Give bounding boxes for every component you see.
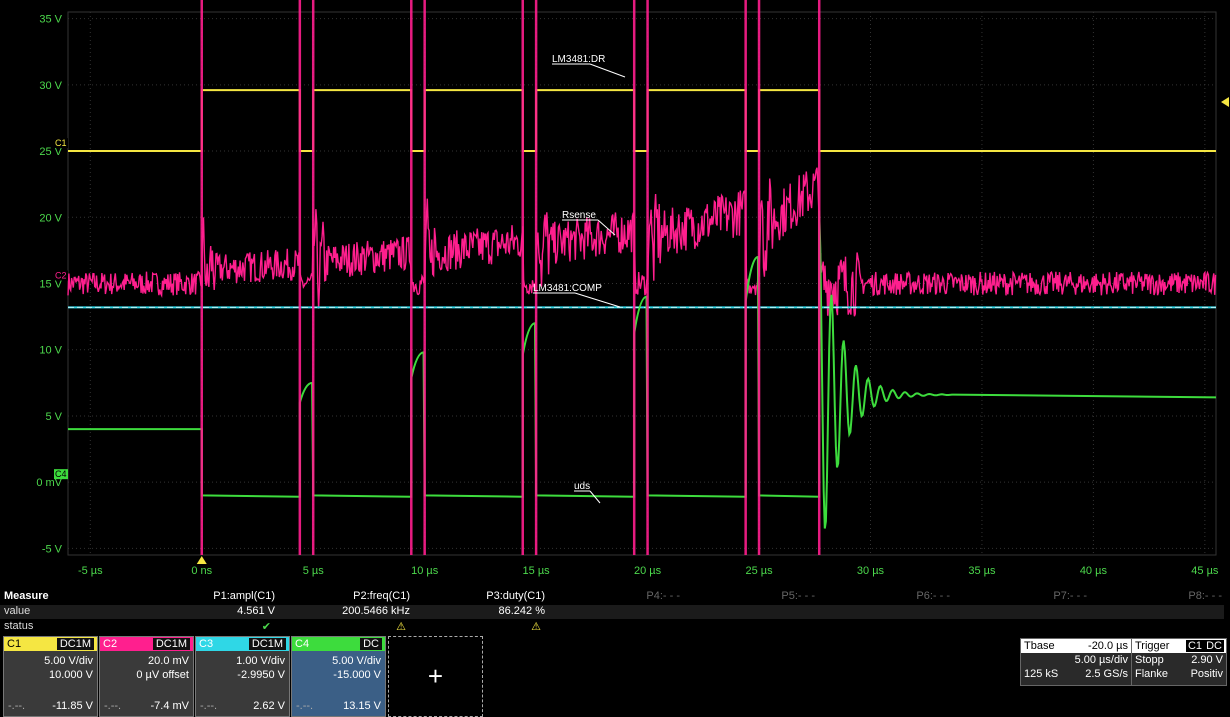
channel-name: C3	[199, 638, 214, 650]
trigger-box[interactable]: Trigger C1 DC Stopp 2.90 V Flanke Positi…	[1131, 638, 1227, 686]
measure-panel: Measure P1:ampl(C1) P2:freq(C1) P3:duty(C1…	[0, 590, 1230, 636]
measure-param-name[interactable]: P7:- - -	[1053, 590, 1087, 602]
measure-status-label: status	[4, 620, 34, 632]
channel-measure-dash: -.--.	[104, 700, 122, 712]
measure-param-value: 4.561 V	[237, 605, 275, 617]
measure-param-name[interactable]: P4:- - -	[646, 590, 680, 602]
trigger-slope: Positiv	[1190, 668, 1223, 680]
channel-box-c2[interactable]: C2 DC1M 20.0 mV 0 µV offset -.--. -7.4 mV	[99, 636, 194, 717]
channel-name: C4	[295, 638, 310, 650]
y-tick-label: 10 V	[39, 345, 62, 357]
channel-box-c4[interactable]: C4 DC 5.00 V/div -15.000 V -.--. 13.15 V	[291, 636, 386, 717]
channel-coupling: DC1M	[56, 638, 94, 650]
trigger-level-marker	[1221, 97, 1229, 107]
channel-offset: 10.000 V	[48, 669, 93, 681]
channel-bar: C1 DC1M 5.00 V/div 10.000 V -.--. -11.85 V C2 D…	[0, 636, 1230, 717]
trigger-source: C1	[1185, 640, 1204, 652]
timebase-box[interactable]: Tbase -20.0 µs 5.00 µs/div 125 kS 2.5 GS…	[1020, 638, 1132, 686]
channel-name: C2	[103, 638, 118, 650]
tbase-samples: 125 kS	[1024, 668, 1059, 680]
channel-header: C4 DC	[292, 637, 385, 651]
x-tick-label: 5 µs	[303, 565, 325, 577]
measure-status-row: status ✔ ⚠ ⚠	[0, 620, 1224, 634]
channel-vdiv: 1.00 V/div	[236, 655, 285, 667]
x-tick-label: 10 µs	[411, 565, 439, 577]
channel-header: C1 DC1M	[4, 637, 97, 651]
measure-value-row: value 4.561 V 200.5466 kHz 86.242 %	[0, 605, 1224, 619]
channel-box-c1[interactable]: C1 DC1M 5.00 V/div 10.000 V -.--. -11.85 V	[3, 636, 98, 717]
trace-annotation: Rsense	[562, 210, 596, 221]
channel-measure-dash: -.--.	[8, 700, 26, 712]
channel-vdiv: 5.00 V/div	[44, 655, 93, 667]
measure-param-value: 200.5466 kHz	[342, 605, 410, 617]
measure-status-icon: ⚠	[531, 621, 541, 633]
channel-measure-value: -11.85 V	[52, 700, 93, 712]
measure-param-name[interactable]: P3:duty(C1)	[486, 590, 545, 602]
x-tick-label: 0 ns	[191, 565, 212, 577]
channel-offset: -15.000 V	[333, 669, 381, 681]
x-tick-label: 20 µs	[634, 565, 662, 577]
trigger-label: Trigger	[1135, 640, 1170, 652]
x-tick-label: 45 µs	[1191, 565, 1219, 577]
channel-vdiv: 5.00 V/div	[332, 655, 381, 667]
x-tick-label: 40 µs	[1080, 565, 1108, 577]
y-tick-label: -5 V	[42, 543, 63, 555]
channel-marker: C2	[55, 271, 67, 281]
x-tick-label: 35 µs	[968, 565, 996, 577]
measure-param-name[interactable]: P1:ampl(C1)	[213, 590, 275, 602]
trigger-coupling: DC	[1204, 640, 1224, 652]
channel-marker: C1	[55, 138, 67, 148]
measure-param-name[interactable]: P2:freq(C1)	[353, 590, 410, 602]
channel-offset: 0 µV offset	[136, 669, 189, 681]
trigger-type: Flanke	[1135, 668, 1169, 680]
measure-param-name[interactable]: P8:- - -	[1188, 590, 1222, 602]
measure-param-value: 86.242 %	[498, 605, 545, 617]
channel-coupling: DC	[360, 638, 382, 650]
y-tick-label: 30 V	[39, 80, 62, 92]
channel-measure-value: -7.4 mV	[150, 700, 189, 712]
tbase-scale: 5.00 µs/div	[1074, 654, 1128, 666]
channel-header: C3 DC1M	[196, 637, 289, 651]
waveform-display[interactable]: 35 V 30 V 25 V 20 V 15 V 10 V5 V0 mV -5 V -5 µs…	[0, 0, 1230, 590]
channel-box-c3[interactable]: C3 DC1M 1.00 V/div -2.9950 V -.--. 2.62 V	[195, 636, 290, 717]
measure-title: Measure	[4, 590, 49, 602]
channel-measure-value: 2.62 V	[253, 700, 285, 712]
channel-coupling: DC1M	[152, 638, 190, 650]
add-channel-button[interactable]: +	[388, 636, 483, 717]
x-tick-label: 15 µs	[523, 565, 551, 577]
channel-offset: -2.9950 V	[237, 669, 285, 681]
trigger-level: 2.90 V	[1191, 654, 1223, 666]
measure-value-label: value	[4, 605, 31, 617]
channel-header: C2 DC1M	[100, 637, 193, 651]
x-tick-label: 30 µs	[857, 565, 885, 577]
channel-measure-value: 13.15 V	[343, 700, 381, 712]
y-tick-label: 35 V	[39, 14, 62, 26]
trace-annotation: uds	[574, 481, 590, 492]
channel-name: C1	[7, 638, 22, 650]
trigger-position-marker	[196, 556, 207, 564]
measure-param-name[interactable]: P6:- - -	[916, 590, 950, 602]
trace-annotation: LM3481:DR	[552, 54, 605, 65]
trace-annotation: LM3481:COMP	[533, 283, 602, 294]
channel-measure-dash: -.--.	[296, 700, 314, 712]
channel-vdiv: 20.0 mV	[148, 655, 189, 667]
y-tick-label: 5 V	[45, 411, 62, 423]
x-tick-label: 25 µs	[745, 565, 773, 577]
measure-header-row: Measure P1:ampl(C1) P2:freq(C1) P3:duty(C1…	[0, 590, 1224, 604]
x-tick-label: -5 µs	[78, 565, 103, 577]
measure-param-name[interactable]: P5:- - -	[781, 590, 815, 602]
channel-coupling: DC1M	[248, 638, 286, 650]
measure-status-icon: ✔	[261, 621, 271, 633]
trigger-mode: Stopp	[1135, 654, 1164, 666]
y-tick-label: 20 V	[39, 212, 62, 224]
tbase-rate: 2.5 GS/s	[1085, 668, 1128, 680]
waveform-plot: 35 V30 V25 V20 V15 V10 V5 V0 mV-5 V-5 µs…	[36, 0, 1229, 577]
tbase-label: Tbase	[1024, 640, 1055, 652]
measure-status-icon: ⚠	[396, 621, 406, 633]
tbase-delay: -20.0 µs	[1088, 640, 1128, 652]
channel-marker: C4	[55, 469, 67, 479]
channel-measure-dash: -.--.	[200, 700, 218, 712]
